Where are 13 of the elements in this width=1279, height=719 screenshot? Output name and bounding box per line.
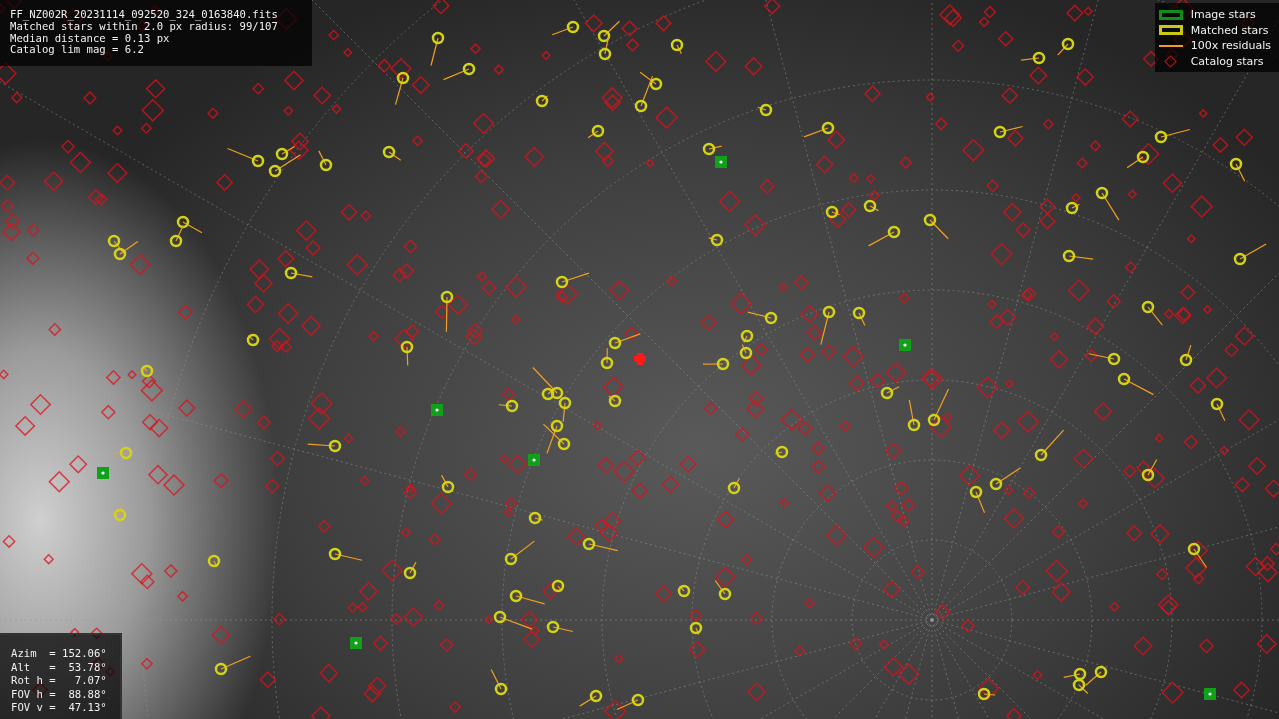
legend-label: Image stars [1190,8,1256,22]
info-line: Median distance = 0.13 px [10,32,170,45]
pointing-line: FOV h = 88.88° [11,687,108,702]
pointing-line: FOV v = 47.13° [11,701,108,715]
legend-label: 100x residuals [1190,39,1271,53]
info-line: Matched stars within 2.0 px radius: 99/107 [10,20,279,33]
pointing-line: Rot h = 7.07° [11,674,108,688]
info-line: Catalog lim mag = 6.2 [10,44,145,57]
legend-label: Matched stars [1190,23,1269,37]
pointing-line: Azim = 152.06° [11,647,108,661]
legend-label: Catalog stars [1190,54,1264,68]
pointing-line: Alt = 53.78° [11,660,108,675]
info-line: FF_NZ002R_20231114_092520_324_0163840.fits [10,9,279,21]
